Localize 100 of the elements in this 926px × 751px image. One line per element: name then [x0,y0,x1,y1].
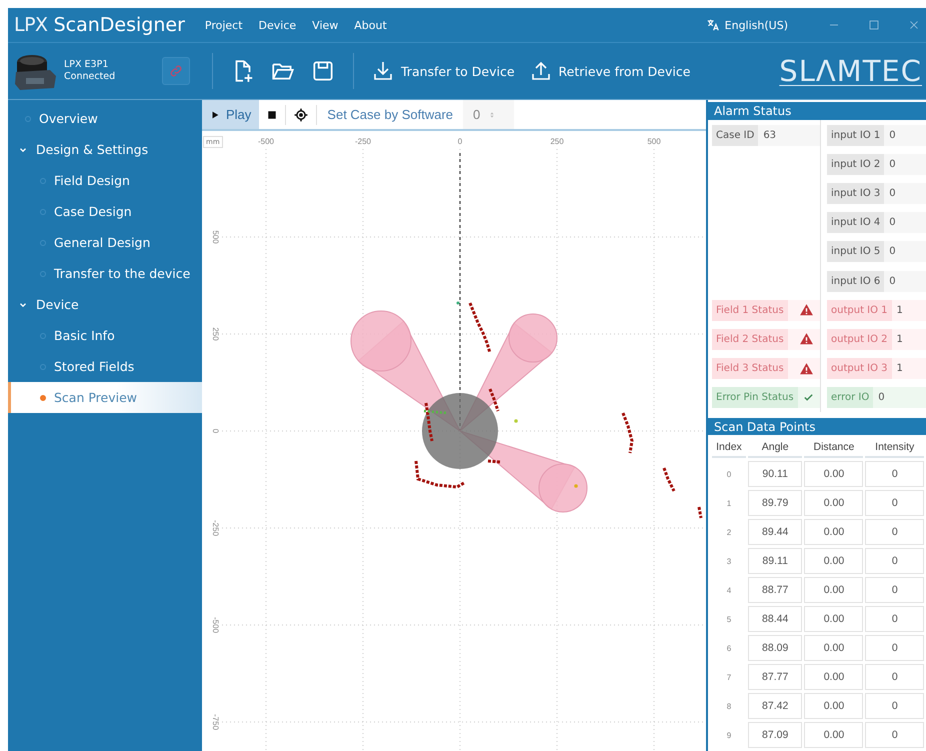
case-mode-label: Set Case by Software [326,107,454,122]
toolbar-button[interactable]: Retrieve from Device [522,55,698,87]
table-cell-text: 3 [726,556,732,568]
table-cell-text: 6 [726,642,732,654]
axis-label: 250 [550,137,564,146]
bullet-icon [40,364,46,370]
device-name: LPX E3P1 [64,59,110,71]
sidebar-item[interactable]: Field Design [8,165,202,196]
table-cell-text: 2 [726,526,732,538]
axis-label: 250 [211,327,220,341]
status-label: Field 3 Status [712,358,788,380]
status-value: 0 [877,392,886,404]
play-button[interactable]: Play [202,100,260,129]
menu-item[interactable]: View [304,16,346,34]
bullet-icon [40,270,46,276]
download-icon [371,59,395,83]
sidebar-item[interactable]: Scan Preview [8,382,202,413]
status-value: 1 [896,304,904,316]
menu-item[interactable]: Project [196,16,251,34]
table-cell: 0.00 [804,548,864,574]
sidebar-item[interactable]: Overview [8,103,202,134]
check-icon [803,392,814,404]
language-selector[interactable]: English(US) [724,18,788,32]
status-label: error IO [827,387,874,408]
status-value: 0 [888,188,897,199]
table-cell: 88.09 [748,635,802,661]
table-cell: 0.00 [804,461,864,487]
table-cell-text: 9 [726,730,732,742]
table-cell: 0.00 [804,606,864,632]
table-cell: 0 [865,577,924,603]
table-cell-text: 7 [726,672,732,684]
sidebar-item[interactable]: Transfer to the device [8,258,202,289]
menu-item[interactable]: Device [250,16,304,34]
warning-icon [799,362,814,376]
table-cell: 0.00 [804,635,864,661]
table-cell-text: 5 [726,614,732,626]
status-label: input IO 2 [827,154,884,175]
panel-header: Scan Data Points [708,418,926,435]
translate-icon [706,18,720,32]
table-cell: 0 [865,722,924,748]
table-cell: 88.44 [748,606,802,632]
sidebar-item[interactable]: Stored Fields [8,351,202,382]
axis-label: -250 [355,137,371,146]
device-status: Connected [64,71,116,83]
table-cell: 0 [865,606,924,632]
sidebar-group[interactable]: Device [8,289,202,320]
table-cell: 0.00 [804,693,864,719]
bullet-icon [40,178,46,184]
status-value: 1 [896,334,904,345]
table-cell: 89.11 [748,548,802,574]
stop-icon [267,110,278,120]
table-cell: 0.00 [804,577,864,603]
status-label: Error Pin Status [712,387,798,408]
status-label: input IO 3 [827,182,884,204]
table-cell: 0.00 [804,490,864,516]
table-cell: 0 [865,693,924,719]
play-icon [210,110,220,120]
table-cell: 0.00 [804,722,864,748]
table-cell: 0.00 [804,519,864,545]
status-label: output IO 2 [827,328,892,350]
table-cell: 89.79 [748,490,802,516]
status-label: output IO 3 [827,358,892,380]
table-cell-text: 4 [726,584,732,596]
status-label: Field 2 Status [712,328,788,350]
sidebar-item[interactable]: Case Design [8,196,202,227]
brand-logo: SLΛMTEC [779,54,922,88]
sidebar-item[interactable]: Basic Info [8,320,202,351]
axis-label: 0 [458,137,462,146]
status-label: output IO 1 [827,300,892,321]
column-header: Distance [804,438,864,458]
close-icon [908,19,920,31]
status-label: input IO 6 [827,270,884,292]
axis-label: 0 [211,428,220,434]
sidebar-group[interactable]: Design & Settings [8,134,202,165]
menu-item[interactable]: About [346,16,395,34]
table-cell: 90.11 [748,461,802,487]
status-value: 0 [888,158,897,170]
bullet-icon [40,332,46,338]
status-label: Field 1 Status [712,300,788,321]
bullet-icon [40,240,46,246]
status-value: 0 [888,217,897,228]
status-value: 0 [888,130,897,141]
column-header: Angle [748,438,802,458]
axis-label: 500 [647,137,661,146]
table-cell-text: 1 [726,498,732,510]
axis-label: -750 [211,714,220,730]
table-cell: 0 [865,519,924,545]
warning-icon [799,332,814,346]
warning-icon [799,303,814,318]
table-cell: 89.44 [748,519,802,545]
crosshair-icon [294,108,308,122]
status-value: 0 [888,276,897,287]
column-header: Index [712,438,746,458]
sidebar-item[interactable]: General Design [8,227,202,258]
link-icon [169,63,183,79]
table-cell: 0 [865,490,924,516]
bullet-icon [40,394,46,400]
toolbar-button[interactable]: Transfer to Device [364,55,522,87]
table-cell: 88.77 [748,577,802,603]
app-logo: LPX ScanDesigner [13,14,186,36]
